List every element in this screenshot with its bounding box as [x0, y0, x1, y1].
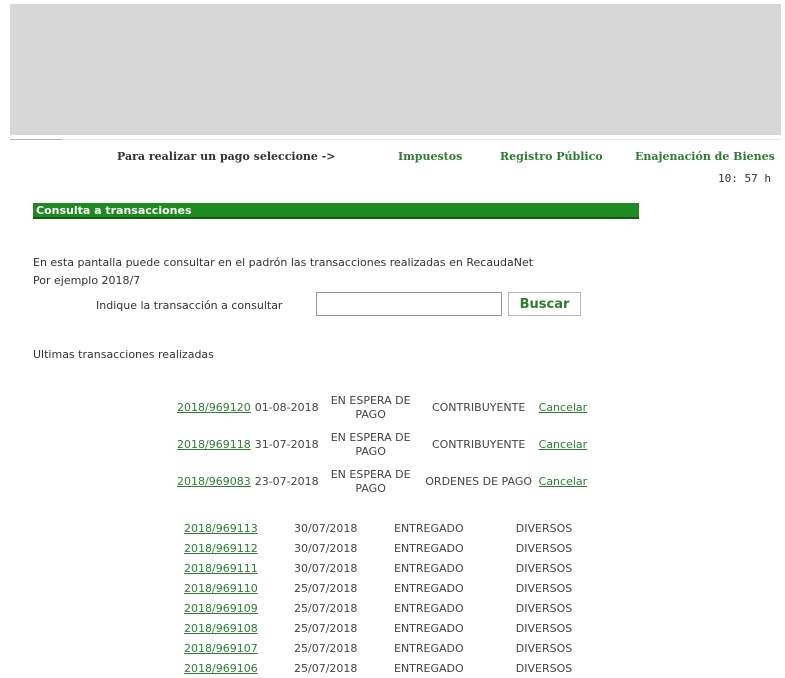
nav-link-registro-publico[interactable]: Registro Público — [500, 150, 603, 163]
table-row: 2018/969113 30/07/2018 ENTREGADO DIVERSO… — [184, 518, 594, 538]
table-row: 2018/969083 23-07-2018 EN ESPERA DE PAGO… — [175, 463, 589, 500]
transaction-date: 01-08-2018 — [254, 401, 319, 414]
nav-link-impuestos[interactable]: Impuestos — [398, 150, 462, 163]
transaction-status: EN ESPERA DE PAGO — [330, 430, 411, 458]
transaction-type: DIVERSOS — [515, 601, 573, 615]
cancel-link[interactable]: Cancelar — [539, 401, 588, 414]
transaction-link[interactable]: 2018/969112 — [184, 542, 258, 555]
transaction-status: ENTREGADO — [394, 561, 464, 575]
header-banner — [10, 4, 781, 135]
transaction-status: ENTREGADO — [394, 521, 464, 535]
transaction-link[interactable]: 2018/969106 — [184, 662, 258, 675]
transaction-date: 25/07/2018 — [294, 601, 358, 615]
section-title: Consulta a transacciones — [36, 204, 192, 217]
transaction-date: 30/07/2018 — [294, 561, 358, 575]
table-row: 2018/969107 25/07/2018 ENTREGADO DIVERSO… — [184, 638, 594, 658]
transaction-link[interactable]: 2018/969109 — [184, 602, 258, 615]
transaction-type: DIVERSOS — [515, 581, 573, 595]
table-row: 2018/969112 30/07/2018 ENTREGADO DIVERSO… — [184, 538, 594, 558]
table-row: 2018/969106 25/07/2018 ENTREGADO DIVERSO… — [184, 658, 594, 678]
transaction-status: ENTREGADO — [394, 641, 464, 655]
table-row: 2018/969109 25/07/2018 ENTREGADO DIVERSO… — [184, 598, 594, 618]
transaction-type: CONTRIBUYENTE — [431, 400, 526, 414]
nav-link-enajenacion[interactable]: Enajenación de Bienes — [635, 150, 775, 163]
transaction-link[interactable]: 2018/969111 — [184, 562, 258, 575]
transaction-status: EN ESPERA DE PAGO — [330, 467, 411, 495]
pending-transactions-table: 2018/969120 01-08-2018 EN ESPERA DE PAGO… — [175, 389, 589, 500]
cancel-link[interactable]: Cancelar — [539, 475, 588, 488]
search-button[interactable]: Buscar — [508, 292, 581, 316]
transaction-type: DIVERSOS — [515, 541, 573, 555]
transaction-date: 25/07/2018 — [294, 581, 358, 595]
payment-prompt: Para realizar un pago seleccione -> — [117, 150, 336, 163]
transaction-date: 23-07-2018 — [254, 475, 319, 488]
transaction-link[interactable]: 2018/969110 — [184, 582, 258, 595]
transaction-status: ENTREGADO — [394, 541, 464, 555]
recent-heading: Ultimas transacciones realizadas — [33, 348, 214, 361]
cancel-link[interactable]: Cancelar — [539, 438, 588, 451]
transaction-status: ENTREGADO — [394, 581, 464, 595]
transaction-type: DIVERSOS — [515, 661, 573, 675]
transaction-link[interactable]: 2018/969107 — [184, 642, 258, 655]
transaction-link[interactable]: 2018/969108 — [184, 622, 258, 635]
banner-divider-accent — [10, 139, 62, 140]
transaction-search-input[interactable] — [316, 292, 502, 316]
transaction-link[interactable]: 2018/969120 — [177, 401, 251, 414]
transaction-type: DIVERSOS — [515, 521, 573, 535]
transaction-status: ENTREGADO — [394, 621, 464, 635]
transaction-date: 30/07/2018 — [294, 541, 358, 555]
transaction-link[interactable]: 2018/969083 — [177, 475, 251, 488]
transaction-status: EN ESPERA DE PAGO — [330, 393, 411, 421]
banner-divider — [10, 139, 781, 140]
table-row: 2018/969111 30/07/2018 ENTREGADO DIVERSO… — [184, 558, 594, 578]
transaction-type: ORDENES DE PAGO — [425, 474, 533, 488]
intro-text: En esta pantalla puede consultar en el p… — [33, 256, 534, 269]
transaction-type: DIVERSOS — [515, 561, 573, 575]
transaction-status: ENTREGADO — [394, 601, 464, 615]
table-row: 2018/969110 25/07/2018 ENTREGADO DIVERSO… — [184, 578, 594, 598]
transaction-date: 31-07-2018 — [254, 438, 319, 451]
table-row: 2018/969120 01-08-2018 EN ESPERA DE PAGO… — [175, 389, 589, 426]
transaction-type: DIVERSOS — [515, 641, 573, 655]
transaction-link[interactable]: 2018/969118 — [177, 438, 251, 451]
transaction-type: DIVERSOS — [515, 621, 573, 635]
table-row: 2018/969108 25/07/2018 ENTREGADO DIVERSO… — [184, 618, 594, 638]
transaction-status: ENTREGADO — [394, 661, 464, 675]
transaction-type: CONTRIBUYENTE — [431, 437, 526, 451]
clock: 10: 57 h — [718, 172, 771, 185]
transaction-link[interactable]: 2018/969113 — [184, 522, 258, 535]
transaction-date: 30/07/2018 — [294, 521, 358, 535]
transaction-date: 25/07/2018 — [294, 641, 358, 655]
table-row: 2018/969118 31-07-2018 EN ESPERA DE PAGO… — [175, 426, 589, 463]
transaction-date: 25/07/2018 — [294, 661, 358, 675]
delivered-transactions-table: 2018/969113 30/07/2018 ENTREGADO DIVERSO… — [184, 518, 594, 678]
example-text: Por ejemplo 2018/7 — [33, 274, 141, 287]
transaction-date: 25/07/2018 — [294, 621, 358, 635]
search-label: Indique la transacción a consultar — [96, 299, 283, 312]
